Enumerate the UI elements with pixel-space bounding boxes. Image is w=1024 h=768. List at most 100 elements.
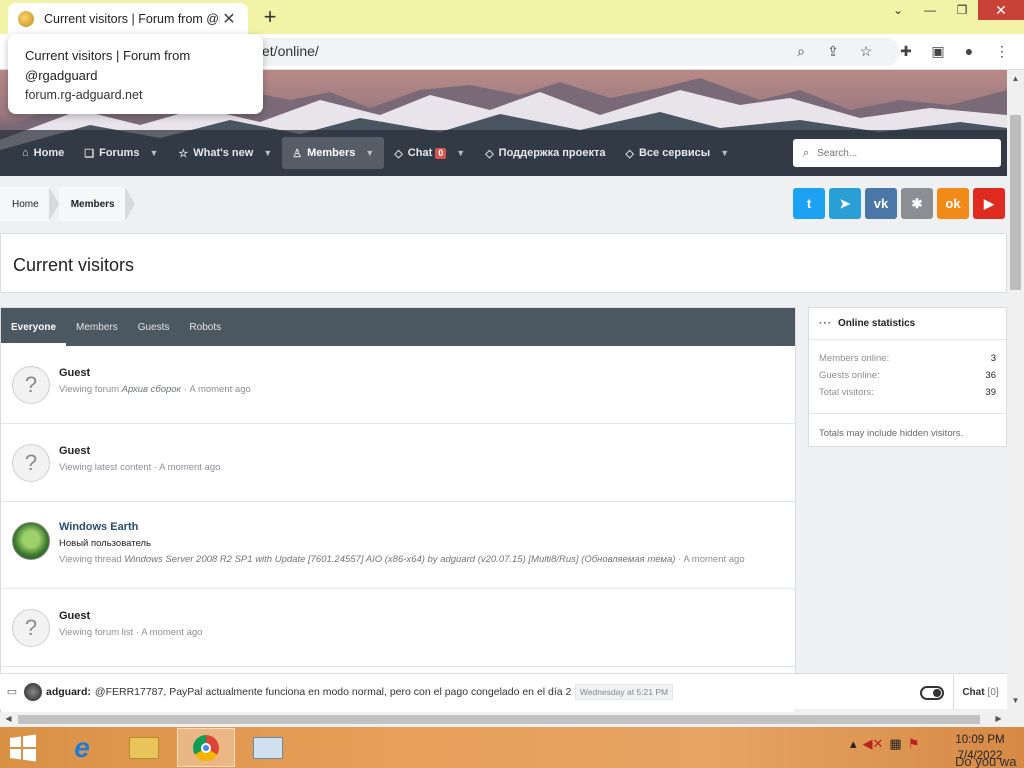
- tag-icon: ◇: [625, 147, 634, 160]
- avatar[interactable]: [12, 522, 50, 560]
- horizontal-scrollbar[interactable]: ◀ ▶: [0, 712, 1007, 727]
- windows-taskbar: e ▴ ◀✕ ▦ ⚑ 10:09 PM 7/4/2022: [0, 727, 1024, 768]
- scroll-left-icon[interactable]: ◀: [0, 714, 17, 723]
- tab-guests[interactable]: Guests: [128, 308, 180, 346]
- share-icon[interactable]: ⇪: [824, 43, 842, 60]
- new-tab-button[interactable]: +: [258, 4, 282, 30]
- stats-body: Members online: 3 Guests online: 36 Total …: [809, 340, 1006, 414]
- nav-all-services[interactable]: ◇ Все сервисы ▼: [615, 137, 739, 169]
- chat-count-badge: 0: [435, 147, 447, 159]
- user-title: Новый пользователь: [59, 538, 151, 549]
- livejournal-icon[interactable]: ✱: [901, 188, 933, 219]
- tab-title: Current visitors | Forum from @rg: [44, 11, 220, 26]
- telegram-icon[interactable]: ➤: [829, 188, 861, 219]
- visitor-activity: Viewing forum list · A moment ago: [59, 627, 203, 638]
- file-explorer-icon[interactable]: [115, 728, 173, 767]
- resource-monitor-icon[interactable]: [239, 728, 297, 767]
- list-item: ? Guest Viewing forum Архив сборок · A m…: [1, 346, 795, 424]
- chat-bar[interactable]: ▭ adguard: @FERR17787, PayPal actualment…: [0, 673, 1007, 710]
- restore-icon[interactable]: ❐: [946, 0, 978, 20]
- chevron-down-icon[interactable]: ▼: [365, 148, 374, 158]
- odnoklassniki-icon[interactable]: ok: [937, 188, 969, 219]
- action-center-icon[interactable]: ⚑: [908, 736, 920, 752]
- close-window-icon[interactable]: ✕: [978, 0, 1024, 20]
- breadcrumb-members[interactable]: Members: [58, 187, 127, 221]
- zoom-icon[interactable]: ⌕: [792, 43, 810, 60]
- breadcrumb-home[interactable]: Home: [0, 187, 51, 221]
- nav-support-project[interactable]: ◇ Поддержка проекта: [475, 137, 615, 169]
- vertical-scroll-thumb[interactable]: [1010, 115, 1021, 290]
- vertical-scrollbar[interactable]: ▲ ▼: [1007, 70, 1024, 712]
- nav-whats-new[interactable]: ☆ What's new ▼: [168, 137, 282, 169]
- nav-home[interactable]: ⌂ Home: [12, 137, 74, 169]
- kebab-menu-icon[interactable]: ⋮: [993, 43, 1011, 60]
- list-item: ? Guest Viewing forum list · A moment ag…: [1, 589, 795, 667]
- visitor-name: Guest: [59, 367, 91, 379]
- stats-header: ··· Online statistics: [809, 308, 1006, 340]
- tab-robots[interactable]: Robots: [179, 308, 231, 346]
- windows-start-icon[interactable]: [8, 734, 38, 762]
- visitor-activity: Viewing thread Windows Server 2008 R2 SP…: [59, 554, 745, 565]
- chevron-down-icon[interactable]: ▼: [149, 148, 158, 158]
- chat-toggle-icon[interactable]: [920, 686, 944, 700]
- horizontal-scroll-thumb[interactable]: [18, 715, 980, 724]
- scroll-down-icon[interactable]: ▼: [1007, 696, 1024, 705]
- chevron-down-icon[interactable]: ⌄: [882, 0, 914, 20]
- tag-icon: ◇: [485, 147, 494, 160]
- bookmark-star-icon[interactable]: ☆: [857, 43, 875, 60]
- stat-guests-online: Guests online: 36: [819, 370, 996, 381]
- activity-link[interactable]: Архив сборок: [122, 384, 181, 395]
- side-panel-icon[interactable]: ▣: [929, 43, 947, 60]
- tab-hover-tooltip: Current visitors | Forum from @rgadguard…: [8, 34, 263, 114]
- tab-members[interactable]: Members: [66, 308, 128, 346]
- network-icon[interactable]: ▦: [889, 736, 901, 752]
- chevron-down-icon[interactable]: ▼: [456, 148, 465, 158]
- close-tab-icon[interactable]: ✕: [220, 9, 238, 29]
- chat-message: @FERR17787, PayPal actualmente funciona …: [94, 685, 571, 698]
- page-title-card: Current visitors: [0, 233, 1007, 293]
- internet-explorer-icon[interactable]: e: [53, 728, 111, 767]
- site-search[interactable]: ⌕: [793, 139, 1001, 167]
- url-text[interactable]: et/online/: [262, 43, 319, 59]
- chevron-down-icon[interactable]: ▼: [720, 148, 729, 158]
- breadcrumb-separator: [48, 187, 59, 221]
- visitor-filter-tabs: Everyone Members Guests Robots: [1, 308, 795, 346]
- vk-icon[interactable]: vk: [865, 188, 897, 219]
- page-title: Current visitors: [13, 255, 135, 275]
- site-favicon-icon: [18, 10, 34, 27]
- chrome-icon[interactable]: [177, 728, 235, 767]
- scroll-right-icon[interactable]: ▶: [990, 714, 1007, 723]
- nav-members[interactable]: ♙ Members ▼: [282, 137, 385, 169]
- chat-open-button[interactable]: Chat [0]: [953, 674, 1007, 710]
- nav-chat[interactable]: ◇ Chat 0 ▼: [384, 137, 475, 169]
- youtube-icon[interactable]: ▶: [973, 188, 1005, 219]
- profile-avatar-icon[interactable]: ●: [960, 43, 978, 59]
- breadcrumb: Home Members: [0, 187, 135, 221]
- list-item: Windows Earth Новый пользователь Viewing…: [1, 502, 795, 589]
- nav-forums[interactable]: ❑ Forums ▼: [74, 137, 168, 169]
- minimize-icon[interactable]: —: [914, 0, 946, 20]
- user-icon: ♙: [292, 147, 303, 160]
- tab-everyone[interactable]: Everyone: [1, 308, 67, 346]
- visitor-activity: Viewing forum Архив сборок · A moment ag…: [59, 384, 251, 395]
- breadcrumb-separator: [124, 187, 135, 221]
- visitor-name: Guest: [59, 445, 91, 457]
- tag-icon: ◇: [394, 147, 403, 160]
- home-icon: ⌂: [22, 147, 29, 159]
- twitter-icon[interactable]: t: [793, 188, 825, 219]
- extensions-puzzle-icon[interactable]: ✚: [897, 43, 915, 60]
- visitor-name-link[interactable]: Windows Earth: [59, 521, 138, 533]
- volume-muted-icon[interactable]: ◀✕: [863, 736, 884, 752]
- guest-avatar: ?: [12, 444, 50, 482]
- chat-username[interactable]: adguard:: [46, 686, 91, 698]
- chevron-down-icon[interactable]: ▼: [263, 148, 272, 158]
- avatar[interactable]: [24, 682, 42, 701]
- guest-avatar: ?: [12, 366, 50, 404]
- search-icon: ⌕: [803, 146, 810, 159]
- browser-tab[interactable]: Current visitors | Forum from @rg ✕: [8, 3, 248, 34]
- stat-total-visitors: Total visitors: 39: [819, 387, 996, 398]
- show-hidden-icons-icon[interactable]: ▴: [850, 736, 857, 752]
- scroll-up-icon[interactable]: ▲: [1007, 74, 1024, 83]
- activity-link[interactable]: Windows Server 2008 R2 SP1 with Update […: [124, 554, 675, 565]
- search-input[interactable]: [817, 147, 978, 159]
